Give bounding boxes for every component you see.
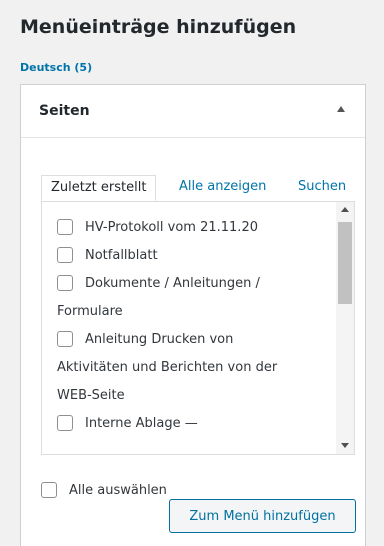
item-label: HV-Protokoll vom 21.11.20: [85, 220, 258, 235]
item-label: Anleitung Drucken von: [85, 332, 234, 347]
panel-title: Seiten: [39, 103, 90, 119]
select-all: Alle auswählen: [41, 479, 167, 503]
list-item-continuation: WEB-Seite: [57, 388, 125, 403]
list-item: Dokumente / Anleitungen /: [57, 272, 327, 296]
collapse-arrow-icon[interactable]: [337, 106, 345, 112]
scroll-up-icon[interactable]: [341, 207, 349, 212]
add-to-menu-button[interactable]: Zum Menü hinzufügen: [169, 499, 356, 533]
scroll-down-icon[interactable]: [341, 443, 349, 448]
tab-show-all[interactable]: Alle anzeigen: [179, 175, 266, 201]
item-label: Notfallblatt: [85, 248, 158, 263]
select-all-label: Alle auswählen: [69, 483, 167, 498]
page-title: Menüeinträge hinzufügen: [20, 16, 297, 38]
item-label: Interne Ablage —: [85, 416, 198, 431]
list-item: Notfallblatt: [57, 244, 327, 268]
tab-search[interactable]: Suchen: [298, 175, 346, 201]
scrollbar[interactable]: [336, 202, 354, 454]
list-item-continuation: Aktivitäten und Berichten von der: [57, 360, 278, 375]
pages-panel: Seiten Zuletzt erstellt Alle anzeigen Su…: [20, 84, 366, 546]
list-item: Anleitung Drucken von: [57, 328, 327, 352]
list-item: HV-Protokoll vom 21.11.20: [57, 216, 327, 240]
checkbox[interactable]: [57, 247, 73, 263]
tab-recent[interactable]: Zuletzt erstellt: [41, 175, 157, 201]
scrollbar-thumb[interactable]: [338, 222, 352, 304]
list-content: HV-Protokoll vom 21.11.20 Notfallblatt D…: [57, 216, 327, 436]
list-item-continuation: Formulare: [57, 304, 123, 319]
select-all-checkbox[interactable]: [41, 482, 57, 498]
checkbox[interactable]: [57, 219, 73, 235]
checkbox[interactable]: [57, 331, 73, 347]
panel-header[interactable]: Seiten: [21, 85, 365, 138]
item-label: Dokumente / Anleitungen /: [85, 276, 260, 291]
list-item: Interne Ablage —: [57, 412, 327, 436]
checkbox[interactable]: [57, 275, 73, 291]
checkbox[interactable]: [57, 415, 73, 431]
language-link[interactable]: Deutsch (5): [20, 61, 92, 74]
page-list: HV-Protokoll vom 21.11.20 Notfallblatt D…: [41, 201, 355, 455]
